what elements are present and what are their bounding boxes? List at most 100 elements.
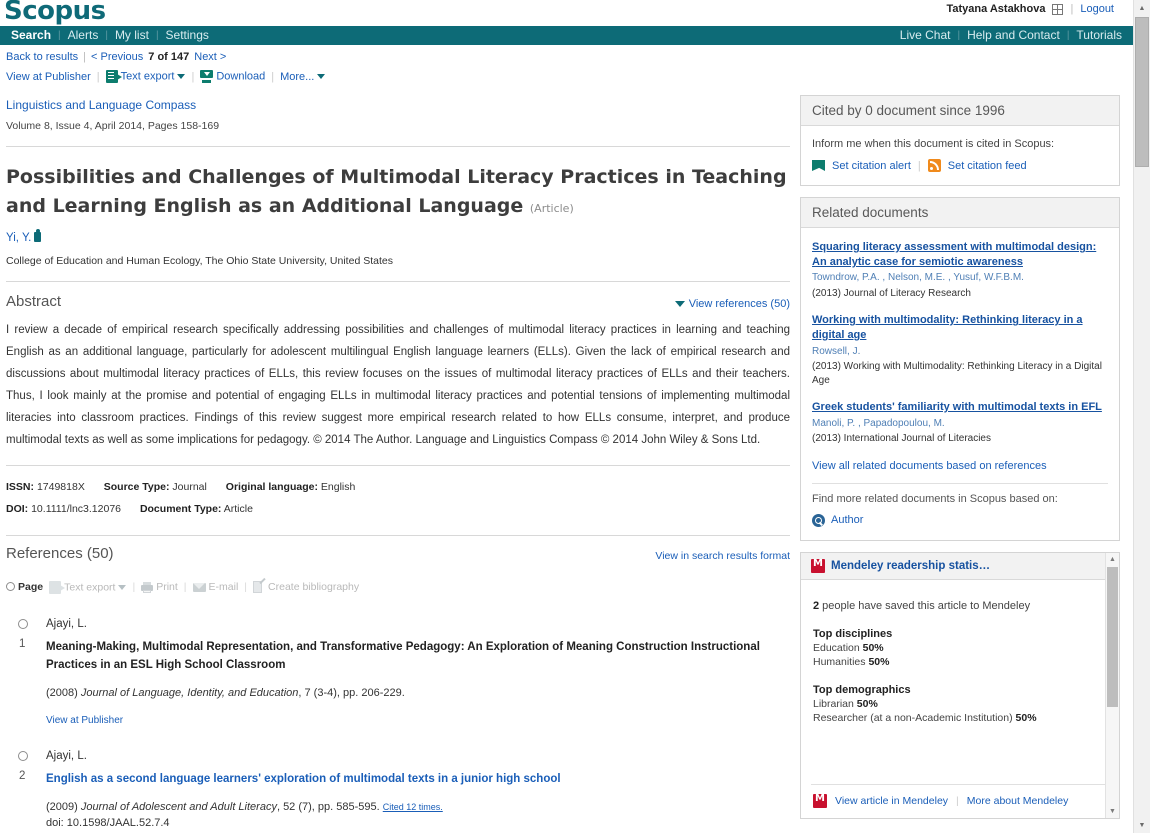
refs-print-button[interactable]: Print (141, 581, 178, 593)
discipline-value: 50% (862, 641, 884, 654)
mendeley-footer: View article in Mendeley | More about Me… (811, 783, 1109, 818)
refs-print-label: Print (156, 581, 178, 593)
page-label: Page (18, 581, 44, 593)
cited-by-heading: Cited by 0 document since 1996 (801, 96, 1119, 126)
view-references-label: View references (50) (688, 298, 790, 310)
chevron-down-icon (118, 584, 127, 590)
nav-item-tutorials[interactable]: Tutorials (1069, 26, 1129, 45)
logout-link[interactable]: Logout (1080, 3, 1114, 15)
refs-text-export-button[interactable]: Text export (49, 580, 127, 594)
nav-item-alerts[interactable]: Alerts (61, 26, 106, 45)
original-language-label: Original language: (225, 481, 318, 494)
divider (6, 281, 790, 282)
list-item: Working with multimodality: Rethinking l… (812, 313, 1108, 387)
select-page-checkbox[interactable]: Page (6, 581, 43, 593)
author-list: Yi, Y. (6, 229, 790, 244)
correspondence-author-icon[interactable] (34, 229, 42, 242)
view-at-publisher-button[interactable]: View at Publisher (6, 71, 91, 83)
document-title-text: Possibilities and Challenges of Multimod… (6, 166, 787, 217)
document-actions-toolbar: View at Publisher | Text export | Downlo… (0, 63, 1133, 83)
source-type-label: Source Type: (103, 481, 170, 494)
breadcrumb: Back to results | < Previous 7 of 147 Ne… (0, 45, 1133, 63)
related-documents-panel: Related documents Squaring literacy asse… (800, 197, 1120, 541)
divider: | (244, 581, 248, 593)
list-item: Greek students' familiarity with multimo… (812, 400, 1108, 446)
grid-icon[interactable] (1052, 3, 1064, 15)
scroll-down-icon[interactable]: ▼ (1106, 805, 1119, 818)
right-sidebar: Cited by 0 document since 1996 Inform me… (800, 83, 1120, 819)
page-title: Possibilities and Challenges of Multimod… (6, 163, 790, 220)
related-document-authors: Manoli, P. , Papadopoulou, M. (812, 417, 945, 429)
top-disciplines-heading: Top disciplines (813, 627, 893, 640)
reference-view-at-publisher-link[interactable]: View at Publisher (46, 715, 790, 726)
text-export-button[interactable]: Text export (105, 70, 186, 83)
page-scrollbar[interactable]: ▲ ▼ (1133, 0, 1150, 833)
mendeley-icon (811, 558, 825, 573)
download-button[interactable]: Download (200, 70, 265, 83)
reference-body: Ajayi, L. Meaning-Making, Multimodal Rep… (46, 618, 790, 727)
citation-alert-row: Set citation alert | Set citation feed (812, 159, 1108, 172)
more-about-mendeley-link[interactable]: More about Mendeley (967, 795, 1069, 807)
reference-gutter: 1 (6, 618, 46, 727)
source-title-link[interactable]: Linguistics and Language Compass (6, 98, 790, 112)
view-all-related-documents-link[interactable]: View all related documents based on refe… (812, 460, 1108, 472)
nav-right-group: Live Chat | Help and Contact | Tutorials (893, 26, 1129, 45)
view-article-in-mendeley-link[interactable]: View article in Mendeley (835, 795, 948, 807)
scroll-up-icon[interactable]: ▲ (1134, 0, 1150, 16)
mendeley-heading-label: Mendeley readership statis… (831, 559, 991, 572)
scopus-logo[interactable]: Scopus (4, 0, 106, 26)
mendeley-panel: Mendeley readership statis… 2 people hav… (800, 551, 1120, 819)
nav-left-group: Search | Alerts | My list | Settings (4, 26, 216, 45)
refs-create-bibliography-button[interactable]: Create bibliography (253, 577, 359, 594)
source-volume-issue: Volume 8, Issue 4, April 2014, Pages 158… (6, 120, 220, 132)
back-to-results-link[interactable]: Back to results (6, 51, 78, 63)
nav-item-settings[interactable]: Settings (159, 26, 216, 45)
mendeley-saved-text: people have saved this article to Mendel… (819, 599, 1031, 612)
set-citation-feed-link[interactable]: Set citation feed (948, 160, 1027, 172)
set-citation-alert-link[interactable]: Set citation alert (832, 160, 911, 172)
document-type-label: Document Type: (139, 502, 222, 515)
nav-item-search[interactable]: Search (4, 26, 58, 45)
mendeley-scrollbar[interactable]: ▲ ▼ (1105, 552, 1119, 818)
scroll-up-icon[interactable]: ▲ (1106, 553, 1119, 566)
triangle-down-icon (674, 301, 685, 308)
reference-checkbox[interactable] (18, 751, 28, 762)
view-references-link[interactable]: View references (50) (674, 298, 790, 310)
reference-title[interactable]: English as a second language learners' e… (46, 770, 790, 789)
cited-by-count-link[interactable]: Cited 12 times. (383, 802, 443, 812)
table-row: 2 Ajayi, L. English as a second language… (6, 750, 790, 833)
find-more-author-row: Author (812, 513, 1108, 527)
result-position: 7 of 147 (148, 51, 190, 63)
reference-checkbox[interactable] (18, 618, 28, 629)
divider: | (132, 581, 136, 593)
more-button[interactable]: More... (280, 71, 326, 83)
user-name: Tatyana Astakhova (946, 3, 1046, 15)
related-document-title[interactable]: Working with multimodality: Rethinking l… (812, 313, 1108, 342)
demographic-value: 50% (856, 697, 878, 710)
author-link[interactable]: Yi, Y. (6, 232, 31, 244)
related-document-title[interactable]: Squaring literacy assessment with multim… (812, 240, 1108, 269)
demographic-label: Researcher (at a non-Academic Institutio… (813, 711, 1016, 724)
nav-item-live-chat[interactable]: Live Chat (893, 26, 958, 45)
discipline-row: Education 50% (813, 642, 1107, 654)
checkbox-icon (6, 582, 15, 591)
reference-body: Ajayi, L. English as a second language l… (46, 750, 790, 833)
scrollbar-thumb[interactable] (1107, 566, 1118, 707)
reference-doi: doi: 10.1598/JAAL.52.7.4 (46, 817, 170, 830)
cited-by-body: Inform me when this document is cited in… (801, 126, 1119, 185)
next-link[interactable]: Next > (194, 51, 226, 63)
scrollbar-thumb[interactable] (1135, 17, 1149, 167)
find-more-text: Find more related documents in Scopus ba… (812, 492, 1058, 505)
nav-item-help-and-contact[interactable]: Help and Contact (960, 26, 1067, 45)
page-viewport: Scopus Tatyana Astakhova | Logout Search… (0, 0, 1133, 833)
view-in-search-results-link[interactable]: View in search results format (655, 550, 790, 562)
related-document-title[interactable]: Greek students' familiarity with multimo… (812, 400, 1108, 415)
export-icon (105, 70, 122, 83)
previous-link[interactable]: < Previous (91, 51, 143, 63)
search-icon (812, 513, 825, 527)
refs-email-label: E-mail (208, 581, 239, 593)
scroll-down-icon[interactable]: ▼ (1134, 817, 1150, 833)
nav-item-my-list[interactable]: My list (108, 26, 156, 45)
refs-email-button[interactable]: E-mail (192, 581, 239, 593)
find-by-author-link[interactable]: Author (831, 514, 863, 526)
